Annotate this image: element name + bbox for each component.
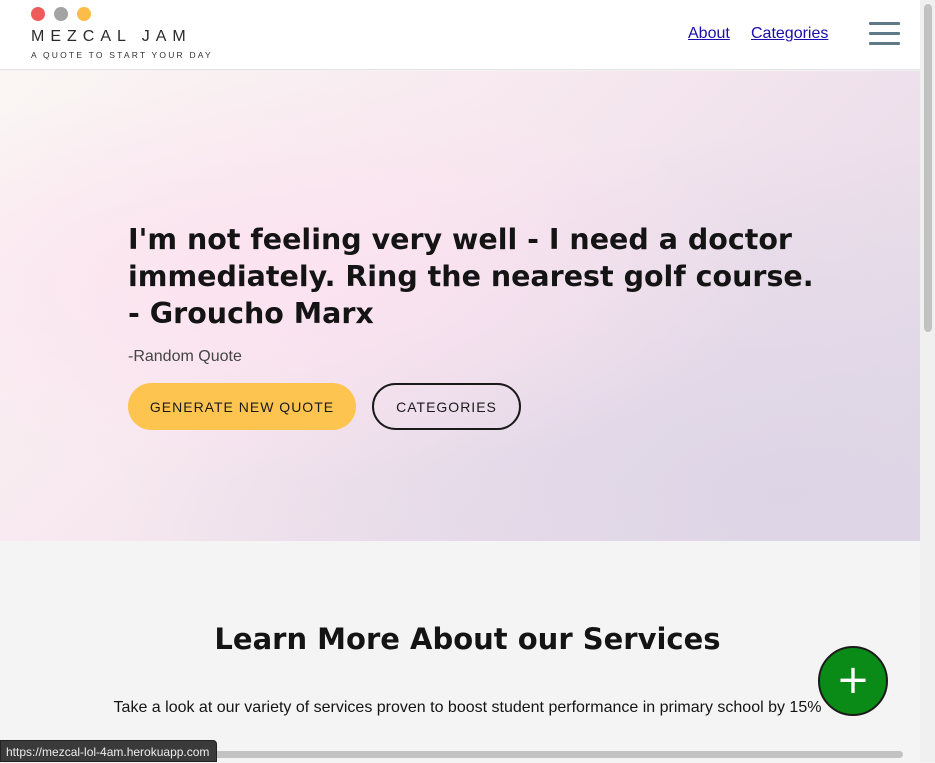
services-title: Learn More About our Services bbox=[214, 622, 721, 656]
hamburger-bar bbox=[869, 42, 900, 45]
add-fab-button[interactable]: + bbox=[818, 646, 888, 716]
nav-link-about[interactable]: About bbox=[688, 25, 730, 43]
logo-dot-red bbox=[31, 7, 45, 21]
logo-dot-gray bbox=[54, 7, 68, 21]
hamburger-bar bbox=[869, 32, 900, 35]
nav-link-categories[interactable]: Categories bbox=[751, 25, 828, 43]
logo-name: MEZCAL JAM bbox=[31, 28, 192, 45]
logo-dot-yellow bbox=[77, 7, 91, 21]
services-description: Take a look at our variety of services p… bbox=[113, 699, 822, 716]
generate-quote-button[interactable]: GENERATE NEW QUOTE bbox=[128, 383, 356, 430]
status-bar-url: https://mezcal-lol-4am.herokuapp.com bbox=[0, 740, 218, 762]
site-header: MEZCAL JAM A QUOTE TO START YOUR DAY Abo… bbox=[0, 0, 920, 70]
vertical-scrollbar-thumb[interactable] bbox=[924, 4, 932, 332]
logo-dots bbox=[31, 7, 101, 21]
logo-tagline: A QUOTE TO START YOUR DAY bbox=[31, 50, 213, 60]
hamburger-menu-icon[interactable] bbox=[869, 22, 900, 46]
hero-section: I'm not feeling very well - I need a doc… bbox=[0, 71, 920, 541]
quote-source: -Random Quote bbox=[128, 348, 242, 365]
categories-button[interactable]: CATEGORIES bbox=[372, 383, 521, 430]
quote-text: I'm not feeling very well - I need a doc… bbox=[128, 223, 814, 330]
vertical-scrollbar[interactable] bbox=[920, 0, 935, 762]
hamburger-bar bbox=[869, 22, 900, 25]
